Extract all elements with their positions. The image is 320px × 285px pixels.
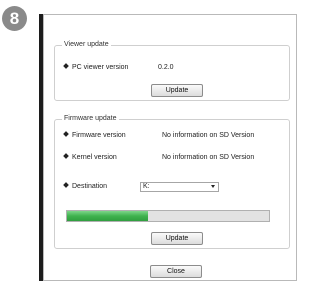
firmware-version-value: No information on SD Version [162, 132, 255, 139]
update-dialog: Viewer update PC viewer version 0.2.0 Up… [43, 14, 297, 281]
chevron-down-icon [211, 185, 215, 188]
firmware-update-title: Firmware update [62, 114, 119, 124]
kernel-version-label: Kernel version [72, 154, 117, 161]
firmware-progress-fill [67, 211, 148, 221]
firmware-progress-bar [66, 210, 270, 222]
viewer-update-title: Viewer update [62, 40, 111, 50]
viewer-update-button[interactable]: Update [151, 84, 203, 97]
firmware-version-label: Firmware version [72, 132, 126, 139]
bullet-icon [63, 63, 69, 69]
destination-select-value: K: [143, 183, 150, 190]
destination-select[interactable]: K: [140, 182, 219, 192]
close-button[interactable]: Close [150, 265, 202, 278]
firmware-update-button[interactable]: Update [151, 232, 203, 245]
destination-row: Destination [63, 182, 108, 192]
pc-viewer-version-label: PC viewer version [72, 64, 129, 71]
pc-viewer-version-value: 0.2.0 [158, 64, 174, 71]
firmware-update-group: Firmware update Firmware version No info… [54, 114, 290, 249]
step-number-badge: 8 [2, 6, 27, 31]
bullet-icon [63, 153, 69, 159]
destination-label: Destination [72, 183, 108, 190]
kernel-version-row: Kernel version [63, 153, 117, 163]
firmware-version-row: Firmware version [63, 131, 126, 141]
pc-viewer-version-row: PC viewer version [63, 63, 129, 73]
bullet-icon [63, 131, 69, 137]
viewer-update-group: Viewer update PC viewer version 0.2.0 Up… [54, 40, 290, 101]
kernel-version-value: No information on SD Version [162, 154, 255, 161]
bullet-icon [63, 182, 69, 188]
